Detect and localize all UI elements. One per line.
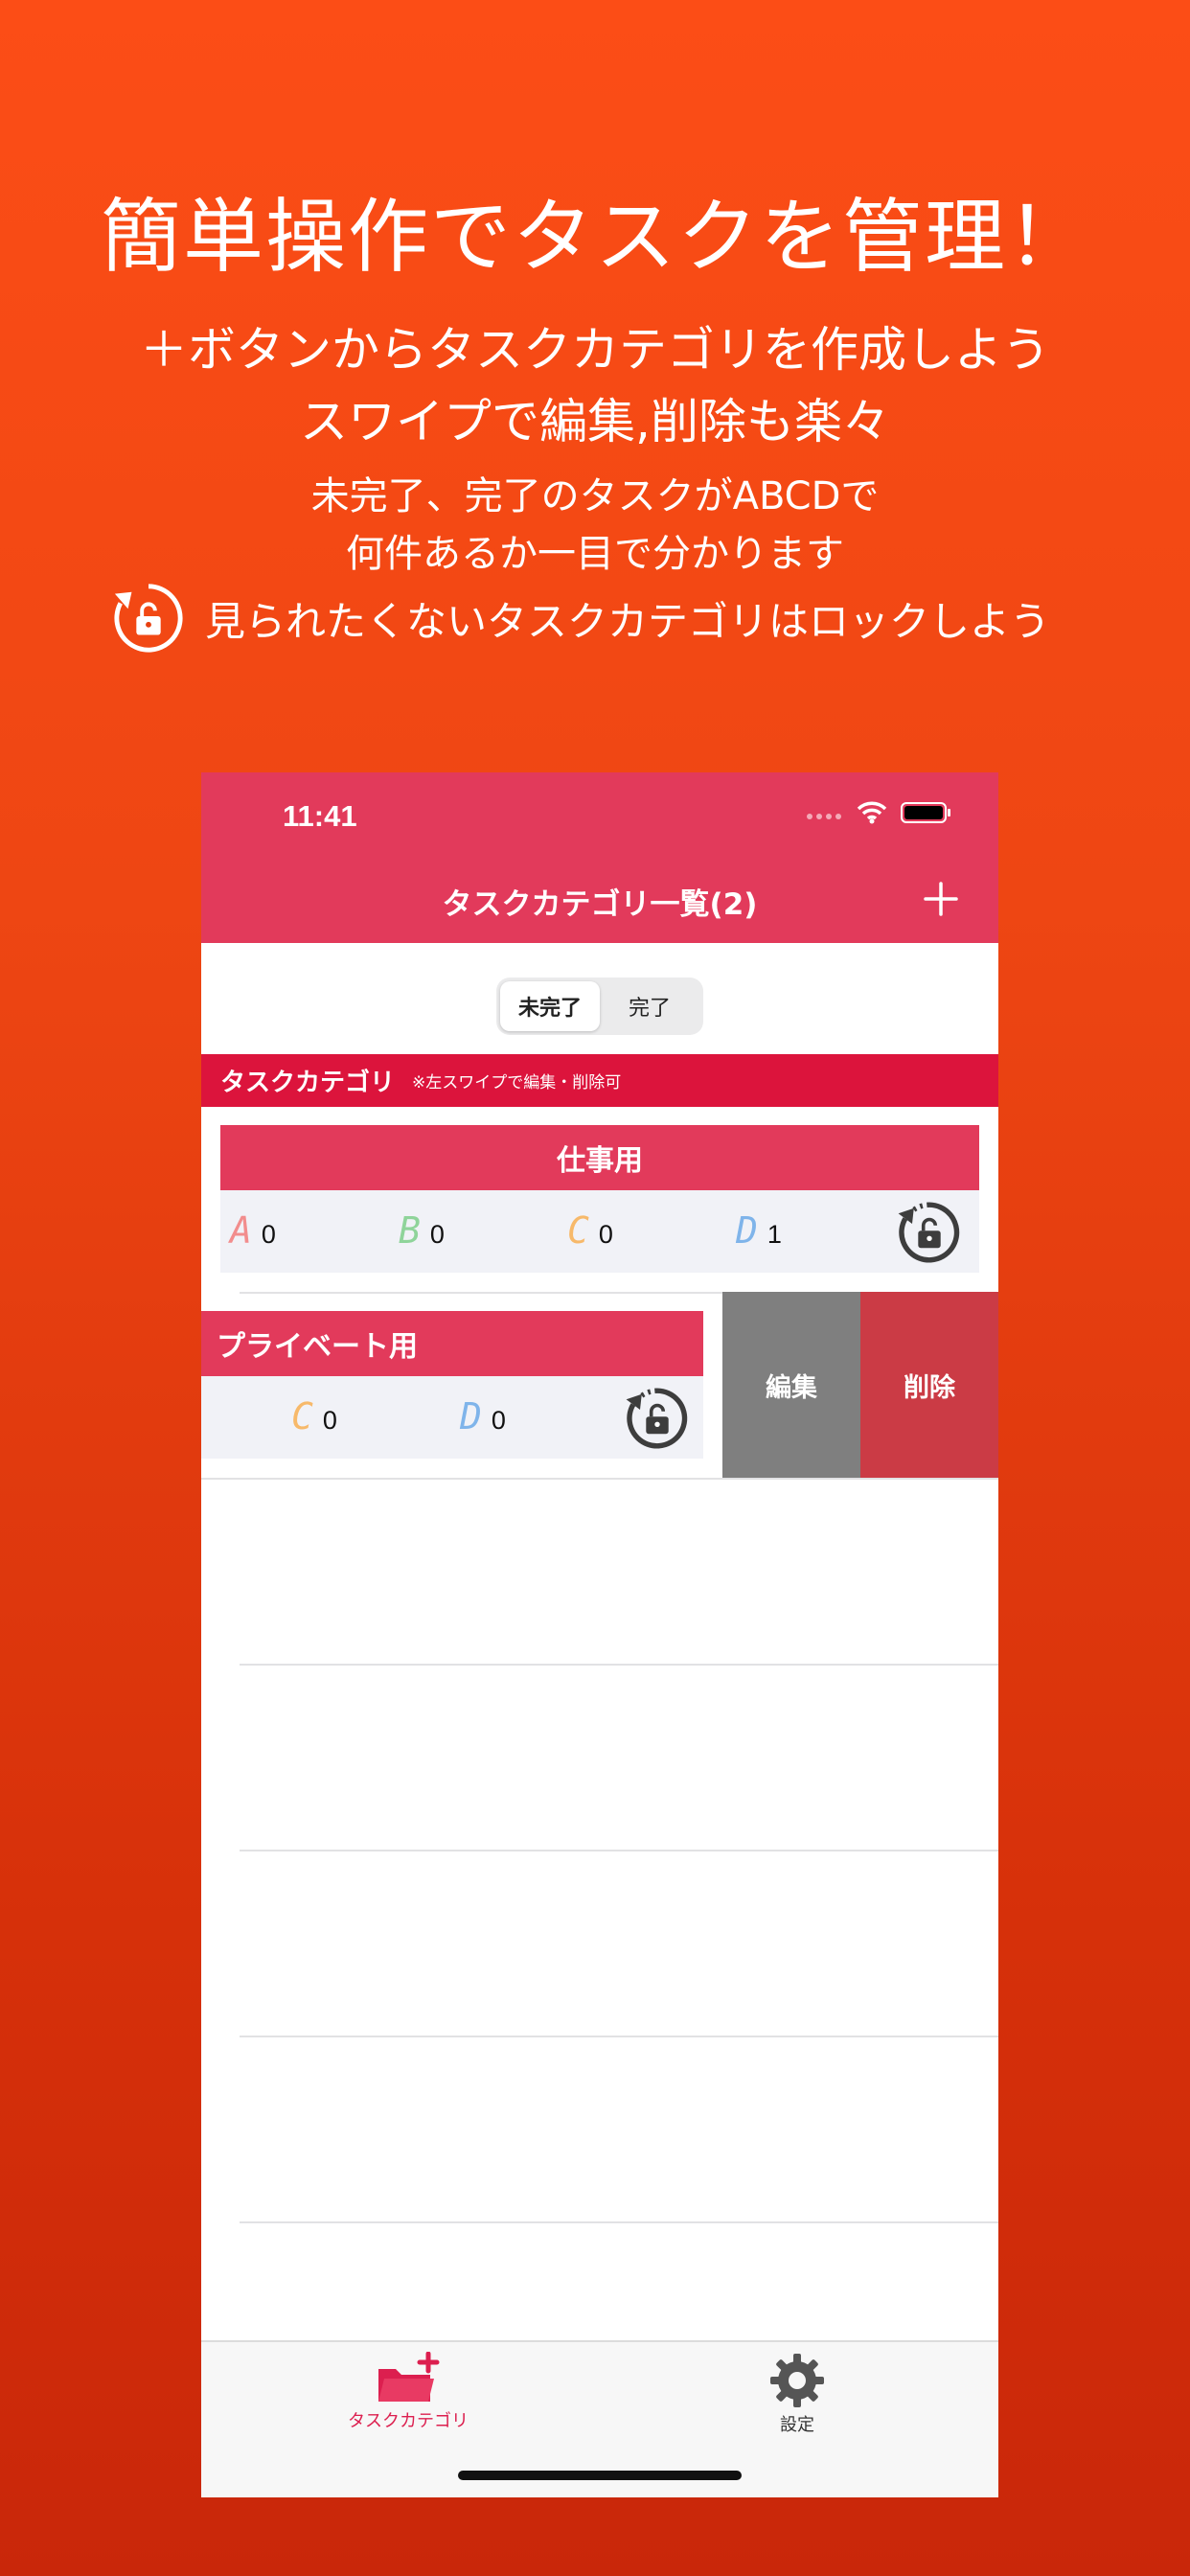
row-separator [240,1850,998,1852]
priority-count: 1 [767,1220,782,1249]
count-d: D 0 [460,1395,506,1438]
phone-screen: 11:41 タスクカテゴリ一覧(2) 未完了 完了 タスクカテゴリ ※左スワイプ… [201,772,998,2497]
priority-count: 0 [429,1220,445,1249]
count-b: B 0 [399,1209,445,1252]
priority-letter: B [399,1209,421,1252]
home-indicator [458,2471,742,2480]
promo-line-1: ＋ボタンからタスクカテゴリを作成しよう [140,322,1050,378]
section-header: タスクカテゴリ ※左スワイプで編集・削除可 [201,1054,998,1107]
priority-letter: D [736,1209,758,1252]
row-separator [240,1664,998,1666]
priority-letter: C [567,1209,589,1252]
priority-count: 0 [491,1406,506,1435]
priority-count: 0 [261,1220,276,1249]
priority-letter: A [230,1209,252,1252]
count-c: C 0 [291,1395,337,1438]
promo-line-4: 何件あるか一目で分かります [346,532,844,576]
lock-toggle-button[interactable] [895,1198,964,1267]
count-c: C 0 [567,1209,613,1252]
section-title: タスクカテゴリ [220,1069,396,1097]
priority-count: 0 [322,1406,337,1435]
gear-icon [770,2354,824,2407]
category-card[interactable]: 仕事用 A 0 B 0 C 0 D 1 [220,1125,979,1273]
count-a: A 0 [230,1209,276,1252]
tab-label: タスクカテゴリ [348,2411,469,2431]
lock-toggle-button[interactable] [623,1384,692,1453]
category-card[interactable]: プライベート用 C 0 D 0 [201,1311,703,1459]
promo-line-3: 未完了、完了のタスクがABCDで [310,474,880,518]
promo-line-2: スワイプで編集,削除も楽々 [300,394,890,449]
row-separator [201,1478,998,1480]
category-counts: A 0 B 0 C 0 D 1 [220,1190,979,1273]
swipe-delete-button[interactable]: 削除 [860,1292,998,1478]
add-category-button[interactable] [922,880,960,918]
wifi-icon [857,801,887,824]
priority-count: 0 [598,1220,613,1249]
promo-lock-text: 見られたくないタスクカテゴリはロックしよう [205,597,1051,645]
promo-title: 簡単操作でタスクを管理！ [100,190,1089,284]
status-time: 11:41 [283,799,357,833]
lock-rotate-icon [114,584,183,653]
category-counts: C 0 D 0 [201,1376,703,1459]
category-name: 仕事用 [557,1144,643,1178]
lock-rotate-icon [626,1388,688,1449]
row-separator [240,2221,998,2223]
nav-title: タスクカテゴリ一覧(2) [442,887,758,922]
status-icons [805,801,952,824]
folder-plus-icon [378,2352,440,2402]
battery-icon [901,802,950,823]
category-name: プライベート用 [217,1330,418,1364]
signal-icon [807,814,841,819]
priority-letter: C [291,1395,313,1438]
category-title: 仕事用 [220,1125,979,1190]
category-title: プライベート用 [201,1311,703,1376]
promo-lock-row: 見られたくないタスクカテゴリはロックしよう [111,580,1079,656]
lock-rotate-icon [898,1202,960,1263]
count-d: D 1 [736,1209,782,1252]
row-separator [240,2036,998,2037]
tab-settings[interactable]: 設定 [701,2352,893,2436]
segment-complete[interactable]: 完了 [600,981,699,1031]
tab-task-category[interactable]: タスクカテゴリ [312,2352,504,2432]
tab-label: 設定 [780,2415,814,2435]
segment-incomplete[interactable]: 未完了 [500,981,600,1031]
section-hint: ※左スワイプで編集・削除可 [412,1073,622,1092]
navigation-bar: 11:41 タスクカテゴリ一覧(2) [201,772,998,943]
plus-icon [924,882,958,916]
priority-letter: D [460,1395,482,1438]
swipe-edit-button[interactable]: 編集 [722,1292,860,1478]
status-segmented-control: 未完了 完了 [496,978,703,1035]
